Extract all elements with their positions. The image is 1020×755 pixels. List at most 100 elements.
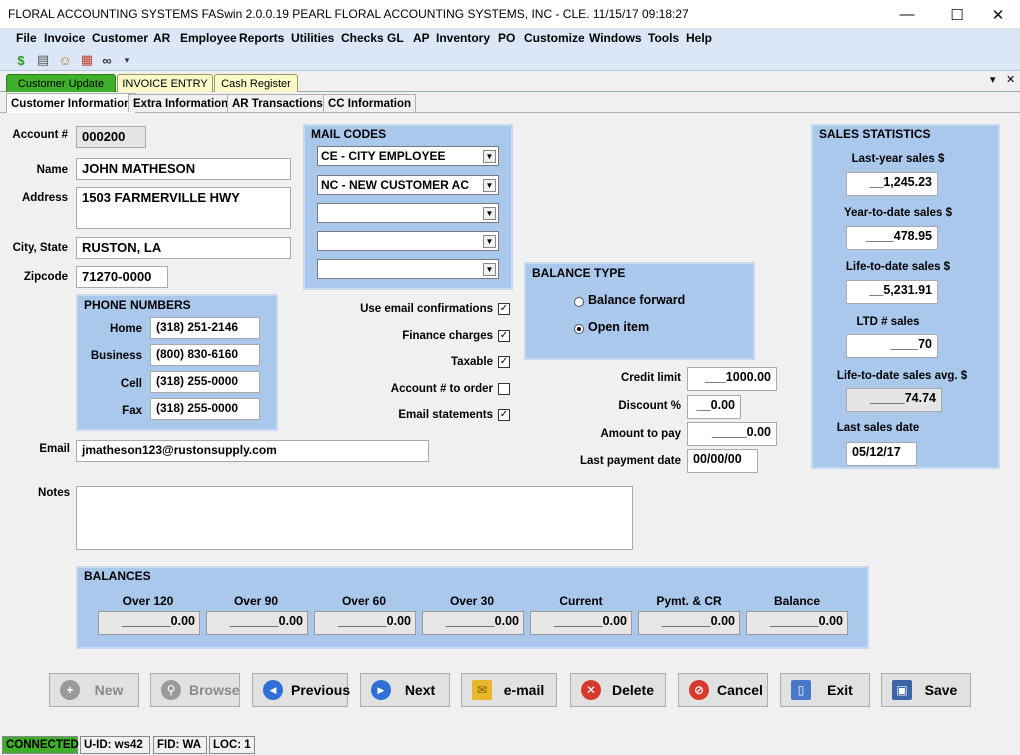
mail-code-select-5[interactable]: ▼ [317, 259, 499, 279]
arrow-right-icon: ▶ [371, 680, 391, 700]
email-button-label: e-mail [503, 682, 545, 698]
menu-ap[interactable]: AP [413, 31, 430, 45]
next-button-label: Next [404, 682, 436, 698]
person-icon[interactable]: ☺ [56, 51, 74, 69]
next-button[interactable]: ▶ Next [360, 673, 450, 707]
menu-customer[interactable]: Customer [92, 31, 148, 45]
life-to-date-sales-field: __5,231.91 [846, 280, 938, 304]
menu-inventory[interactable]: Inventory [436, 31, 490, 45]
email-button[interactable]: ✉ e-mail [461, 673, 557, 707]
menu-po[interactable]: PO [498, 31, 515, 45]
menu-checks[interactable]: Checks [341, 31, 384, 45]
chevron-down-icon[interactable]: ▼ [483, 263, 496, 276]
delete-button[interactable]: ✕ Delete [570, 673, 666, 707]
taxable-checkbox[interactable]: ✓ [498, 356, 510, 368]
email-statements-checkbox[interactable]: ✓ [498, 409, 510, 421]
notes-field[interactable] [76, 486, 633, 550]
email-field[interactable]: jmatheson123@rustonsupply.com [76, 440, 429, 462]
menu-reports[interactable]: Reports [239, 31, 284, 45]
tab-cc-information[interactable]: CC Information [323, 94, 417, 112]
last-payment-date-field[interactable]: 00/00/00 [687, 449, 758, 473]
fax-field[interactable]: (318) 255-0000 [150, 398, 260, 420]
city-state-field[interactable]: RUSTON, LA [76, 237, 291, 259]
last-year-sales-field: __1,245.23 [846, 172, 938, 196]
chevron-down-icon[interactable]: ▼ [483, 235, 496, 248]
balance-forward-radio[interactable] [574, 297, 584, 307]
exit-button-label: Exit [827, 682, 853, 698]
chevron-down-icon[interactable]: ▼ [483, 207, 496, 220]
menu-help[interactable]: Help [686, 31, 712, 45]
tabs-dropdown-icon[interactable]: ▾ [990, 73, 996, 86]
mail-code-select-3[interactable]: ▼ [317, 203, 499, 223]
menu-gl[interactable]: GL [387, 31, 404, 45]
balance-forward-label[interactable]: Balance forward [588, 293, 685, 307]
minimize-button[interactable]: — [884, 0, 930, 29]
mail-code-select-2[interactable]: NC - NEW CUSTOMER AC ▼ [317, 175, 499, 195]
menu-tools[interactable]: Tools [648, 31, 679, 45]
floppy-disk-icon: ▣ [892, 680, 912, 700]
previous-button[interactable]: ◀ Previous [252, 673, 350, 707]
menu-invoice[interactable]: Invoice [44, 31, 85, 45]
last-sales-date-field: 05/12/17 [846, 442, 917, 466]
tab-ar-transactions[interactable]: AR Transactions [227, 94, 328, 112]
mail-codes-panel: MAIL CODES CE - CITY EMPLOYEE ▼ NC - NEW… [303, 124, 513, 290]
tab-extra-information[interactable]: Extra Information [128, 94, 234, 112]
save-button[interactable]: ▣ Save [881, 673, 971, 707]
business-phone-field[interactable]: (800) 830-6160 [150, 344, 260, 366]
open-item-radio[interactable] [574, 324, 584, 334]
register-icon[interactable]: ▤ [34, 51, 52, 69]
new-button[interactable]: + New [49, 673, 139, 707]
account-to-order-checkbox[interactable] [498, 383, 510, 395]
close-window-button[interactable]: ✕ [975, 0, 1020, 29]
address-field[interactable]: 1503 FARMERVILLE HWY [76, 187, 291, 229]
discount-field[interactable]: __0.00 [687, 395, 741, 419]
mail-code-select-4[interactable]: ▼ [317, 231, 499, 251]
doc-tab-customer-update[interactable]: Customer Update [6, 74, 116, 92]
menu-employee[interactable]: Employee [180, 31, 237, 45]
payment-cr-label: Pymt. & CR [656, 594, 722, 608]
menu-utilities[interactable]: Utilities [291, 31, 334, 45]
tab-customer-information[interactable]: Customer Information [6, 93, 137, 113]
name-field[interactable]: JOHN MATHESON [76, 158, 291, 180]
ltd-sales-avg-label: Life-to-date sales avg. $ [836, 370, 968, 382]
chevron-down-icon[interactable]: ▼ [483, 150, 496, 163]
fid-status: FID: WA [153, 736, 207, 754]
menu-file[interactable]: File [16, 31, 37, 45]
balances-panel: BALANCES Over 120 _______0.00 Over 90 __… [76, 566, 869, 649]
amount-to-pay-field[interactable]: _____0.00 [687, 422, 777, 446]
toolbar-overflow-icon[interactable]: ▾ [118, 51, 136, 69]
mail-codes-title: MAIL CODES [311, 127, 387, 141]
home-phone-field[interactable]: (318) 251-2146 [150, 317, 260, 339]
close-tab-icon[interactable]: ✕ [1006, 73, 1015, 86]
binoculars-icon[interactable]: ∞ [98, 51, 116, 69]
email-confirmations-checkbox[interactable]: ✓ [498, 303, 510, 315]
credit-limit-field[interactable]: ___1000.00 [687, 367, 777, 391]
open-item-label[interactable]: Open item [588, 320, 649, 334]
menu-bar: File Invoice Customer AR Employee Report… [0, 29, 1020, 49]
subtab-divider [0, 112, 1020, 113]
exit-button[interactable]: ▯ Exit [780, 673, 870, 707]
maximize-button[interactable]: ☐ [934, 0, 980, 29]
finance-charges-checkbox[interactable]: ✓ [498, 330, 510, 342]
doc-tab-invoice-entry[interactable]: INVOICE ENTRY [117, 74, 213, 92]
browse-button[interactable]: ⚲ Browse [150, 673, 240, 707]
cancel-button-label: Cancel [717, 682, 763, 698]
ltd-number-sales-field: ____70 [846, 334, 938, 358]
mail-code-select-1[interactable]: CE - CITY EMPLOYEE ▼ [317, 146, 499, 166]
menu-windows[interactable]: Windows [589, 31, 642, 45]
cell-phone-field[interactable]: (318) 255-0000 [150, 371, 260, 393]
name-label: Name [36, 164, 68, 176]
current-label: Current [559, 594, 603, 608]
credit-limit-label: Credit limit [620, 372, 681, 384]
dollar-icon[interactable]: $ [12, 51, 30, 69]
menu-customize[interactable]: Customize [524, 31, 585, 45]
menu-ar[interactable]: AR [153, 31, 170, 45]
amount-to-pay-label: Amount to pay [600, 428, 682, 440]
cancel-button[interactable]: ⊘ Cancel [678, 673, 768, 707]
calculator-icon[interactable]: ▦ [78, 51, 96, 69]
zipcode-label: Zipcode [23, 271, 68, 283]
zipcode-field[interactable]: 71270-0000 [76, 266, 168, 288]
discount-label: Discount % [618, 400, 681, 412]
doc-tab-cash-register[interactable]: Cash Register [214, 74, 298, 92]
chevron-down-icon[interactable]: ▼ [483, 179, 496, 192]
